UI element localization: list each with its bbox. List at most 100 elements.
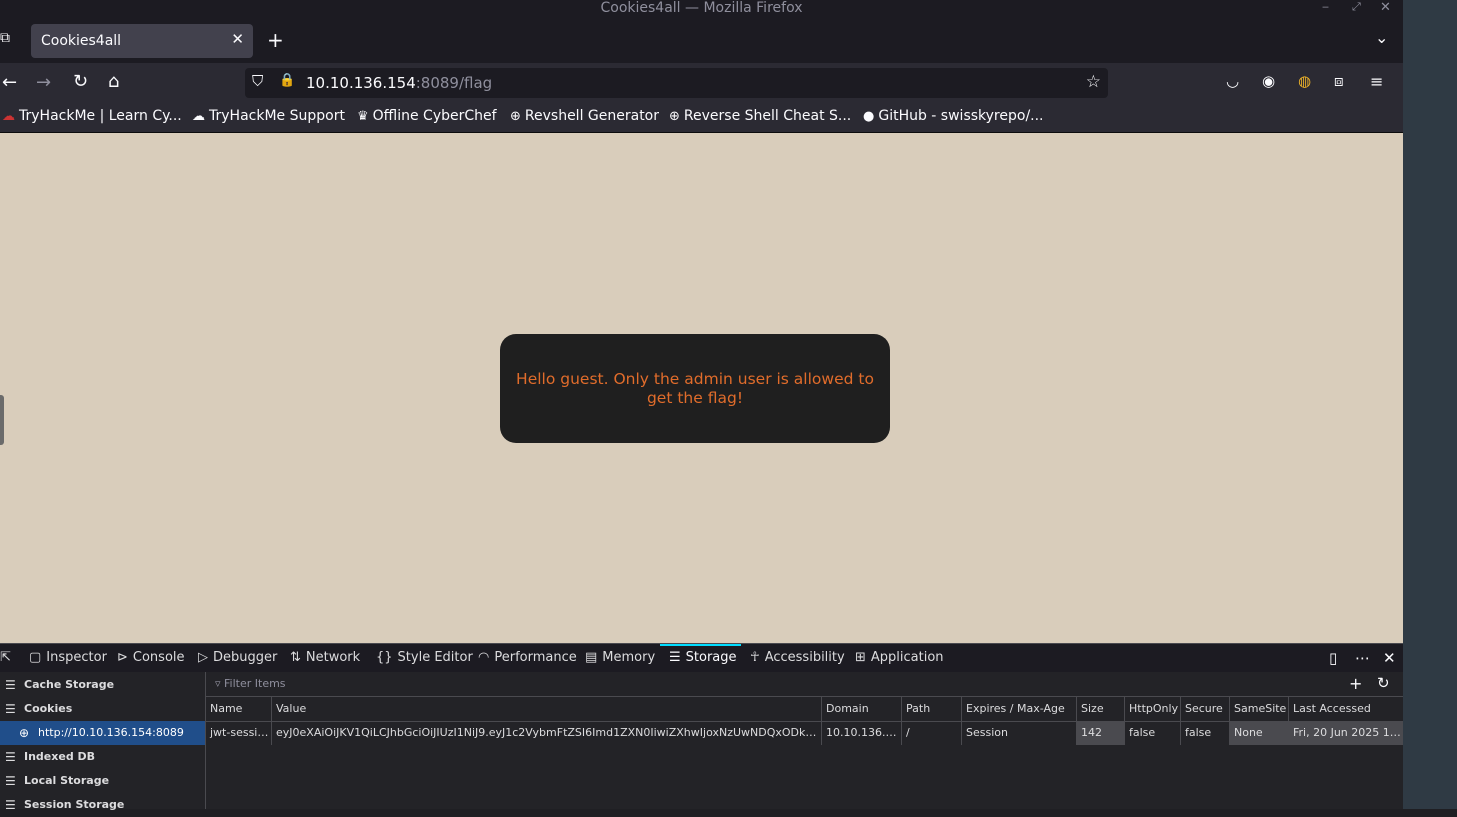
tree-label: Cookies — [24, 702, 73, 715]
add-item-icon[interactable]: + — [1349, 674, 1362, 693]
devtools-toolbar: ⇱ ▢ Inspector ⊳ Console ▷ Debugger ⇅ Network… — [0, 643, 1403, 673]
back-icon[interactable]: ← — [2, 72, 17, 93]
tab-performance[interactable]: ◠ Performance — [478, 650, 577, 665]
firefox-view-icon[interactable]: ⧉ — [0, 30, 10, 46]
debugger-icon: ▷ — [198, 650, 208, 665]
bookmark-star-icon[interactable]: ☆ — [1086, 72, 1101, 92]
bookmark-reverse-shell-cheat[interactable]: ⊕ Reverse Shell Cheat S... — [669, 108, 851, 124]
lock-icon[interactable]: 🔒 — [279, 73, 295, 88]
column-header-httponly[interactable]: HttpOnly — [1124, 697, 1180, 721]
column-header-secure[interactable]: Secure — [1180, 697, 1229, 721]
close-devtools-icon[interactable]: ✕ — [1383, 649, 1396, 667]
bookmarks-toolbar: ☁ TryHackMe | Learn Cy... ☁ TryHackMe Supp… — [0, 103, 1403, 133]
table-row[interactable]: jwt-session eyJ0eXAiOiJKV1QiLCJhbGciOiJI… — [206, 721, 1403, 745]
tab-console[interactable]: ⊳ Console — [117, 650, 185, 665]
bookmark-offline-cyberchef[interactable]: ♛ Offline CyberChef — [357, 108, 497, 124]
maximize-icon[interactable]: ⤢ — [1352, 0, 1361, 14]
column-header-samesite[interactable]: SameSite — [1229, 697, 1288, 721]
filter-placeholder: Filter Items — [224, 677, 286, 690]
tree-cookie-host[interactable]: ⊕ http://10.10.136.154:8089 — [0, 721, 205, 745]
extensions-puzzle-icon[interactable]: ⧈ — [1334, 72, 1344, 90]
window-title: Cookies4all — Mozilla Firefox — [600, 0, 803, 16]
tab-accessibility[interactable]: ☥ Accessibility — [750, 650, 845, 665]
account-icon[interactable]: ◉ — [1262, 72, 1275, 90]
column-header-domain[interactable]: Domain — [821, 697, 901, 721]
column-header-name[interactable]: Name — [206, 697, 271, 721]
reload-icon[interactable]: ↻ — [73, 71, 88, 92]
cell-name[interactable]: jwt-session — [206, 721, 271, 745]
more-options-icon[interactable]: ⋯ — [1355, 649, 1370, 667]
close-window-icon[interactable]: ✕ — [1380, 0, 1391, 15]
tree-label: Session Storage — [24, 798, 125, 811]
cell-expires[interactable]: Session — [961, 721, 1076, 745]
column-header-last-accessed[interactable]: Last Accessed — [1288, 697, 1403, 721]
refresh-items-icon[interactable]: ↻ — [1377, 674, 1390, 692]
storage-icon: ☰ — [5, 750, 16, 764]
accessibility-icon: ☥ — [750, 650, 760, 665]
tab-cookies4all[interactable]: Cookies4all ✕ — [31, 24, 253, 58]
filter-icon: ▿ — [215, 677, 221, 690]
storage-icon: ☰ — [5, 774, 16, 788]
extension-icon[interactable]: ◍ — [1298, 72, 1311, 90]
column-header-expires[interactable]: Expires / Max-Age — [961, 697, 1076, 721]
tree-cache-storage[interactable]: ☰ Cache Storage — [0, 673, 205, 697]
tab-label: Accessibility — [764, 650, 845, 665]
tab-debugger[interactable]: ▷ Debugger — [198, 650, 277, 665]
bookmark-revshell-generator[interactable]: ⊕ Revshell Generator — [510, 108, 659, 124]
tab-memory[interactable]: ▤ Memory — [585, 650, 655, 665]
tab-label: Console — [132, 650, 185, 665]
bookmark-tryhackme-support[interactable]: ☁ TryHackMe Support — [192, 108, 345, 124]
bookmark-label: Revshell Generator — [524, 108, 660, 124]
url-host: 10.10.136.154 — [306, 74, 416, 92]
responsive-design-icon[interactable]: ▯ — [1329, 649, 1337, 667]
close-tab-icon[interactable]: ✕ — [231, 30, 244, 48]
cell-httponly[interactable]: false — [1124, 721, 1180, 745]
tab-inspector[interactable]: ▢ Inspector — [29, 650, 107, 665]
cell-secure[interactable]: false — [1180, 721, 1229, 745]
tree-cookies[interactable]: ☰ Cookies — [0, 697, 205, 721]
gauge-icon: ◠ — [478, 650, 490, 665]
globe-icon: ⊕ — [19, 726, 30, 740]
github-icon: ● — [863, 109, 875, 124]
minimize-icon[interactable]: ‒ — [1322, 0, 1329, 13]
cell-value[interactable]: eyJ0eXAiOiJKV1QiLCJhbGciOiJIUzI1NiJ9.eyJ… — [271, 721, 821, 745]
tab-style-editor[interactable]: {} Style Editor — [376, 650, 473, 665]
url-path: :8089/flag — [415, 74, 493, 92]
storage-tree: ☰ Cache Storage ☰ Cookies ⊕ http://10.10.13… — [0, 672, 206, 812]
url-bar[interactable]: ⛉ 🔒 10.10.136.154:8089/flag ☆ — [245, 68, 1108, 98]
url-text[interactable]: 10.10.136.154:8089/flag — [306, 74, 492, 92]
menu-icon[interactable]: ≡ — [1370, 72, 1383, 91]
tab-label: Application — [870, 650, 944, 665]
list-all-tabs-icon[interactable]: ⌄ — [1375, 28, 1388, 47]
storage-icon: ☰ — [669, 650, 681, 665]
column-header-size[interactable]: Size — [1076, 697, 1124, 721]
forward-icon[interactable]: → — [36, 72, 51, 93]
sidebar-handle[interactable] — [0, 395, 4, 445]
cell-path[interactable]: / — [901, 721, 961, 745]
tree-local-storage[interactable]: ☰ Local Storage — [0, 769, 205, 793]
cell-last-accessed[interactable]: Fri, 20 Jun 2025 17... — [1288, 721, 1403, 745]
column-header-path[interactable]: Path — [901, 697, 961, 721]
tree-indexed-db[interactable]: ☰ Indexed DB — [0, 745, 205, 769]
filter-input[interactable]: ▿ Filter Items — [215, 677, 286, 690]
cell-domain[interactable]: 10.10.136.154 — [821, 721, 901, 745]
cell-size[interactable]: 142 — [1076, 721, 1124, 745]
memory-icon: ▤ — [585, 650, 598, 665]
cell-samesite[interactable]: None — [1229, 721, 1288, 745]
tab-application[interactable]: ⊞ Application — [855, 650, 944, 665]
tab-label: Storage — [685, 650, 737, 665]
bookmark-label: Reverse Shell Cheat S... — [683, 108, 852, 124]
shield-icon[interactable]: ⛉ — [252, 72, 263, 90]
column-header-value[interactable]: Value — [271, 697, 821, 721]
pocket-icon[interactable]: ◡ — [1226, 72, 1239, 90]
home-icon[interactable]: ⌂ — [108, 71, 119, 92]
bookmark-github-swisskyrepo[interactable]: ● GitHub - swisskyrepo/... — [863, 108, 1044, 124]
bookmark-label: GitHub - swisskyrepo/... — [878, 108, 1044, 124]
tree-session-storage[interactable]: ☰ Session Storage — [0, 793, 205, 817]
new-tab-icon[interactable]: + — [267, 28, 284, 52]
tab-network[interactable]: ⇅ Network — [290, 650, 360, 665]
bookmark-tryhackme[interactable]: ☁ TryHackMe | Learn Cy... — [2, 108, 182, 124]
element-picker-icon[interactable]: ⇱ — [0, 650, 11, 665]
tab-storage[interactable]: ☰ Storage — [669, 650, 737, 665]
window-titlebar: Cookies4all — Mozilla Firefox — [0, 0, 1403, 18]
